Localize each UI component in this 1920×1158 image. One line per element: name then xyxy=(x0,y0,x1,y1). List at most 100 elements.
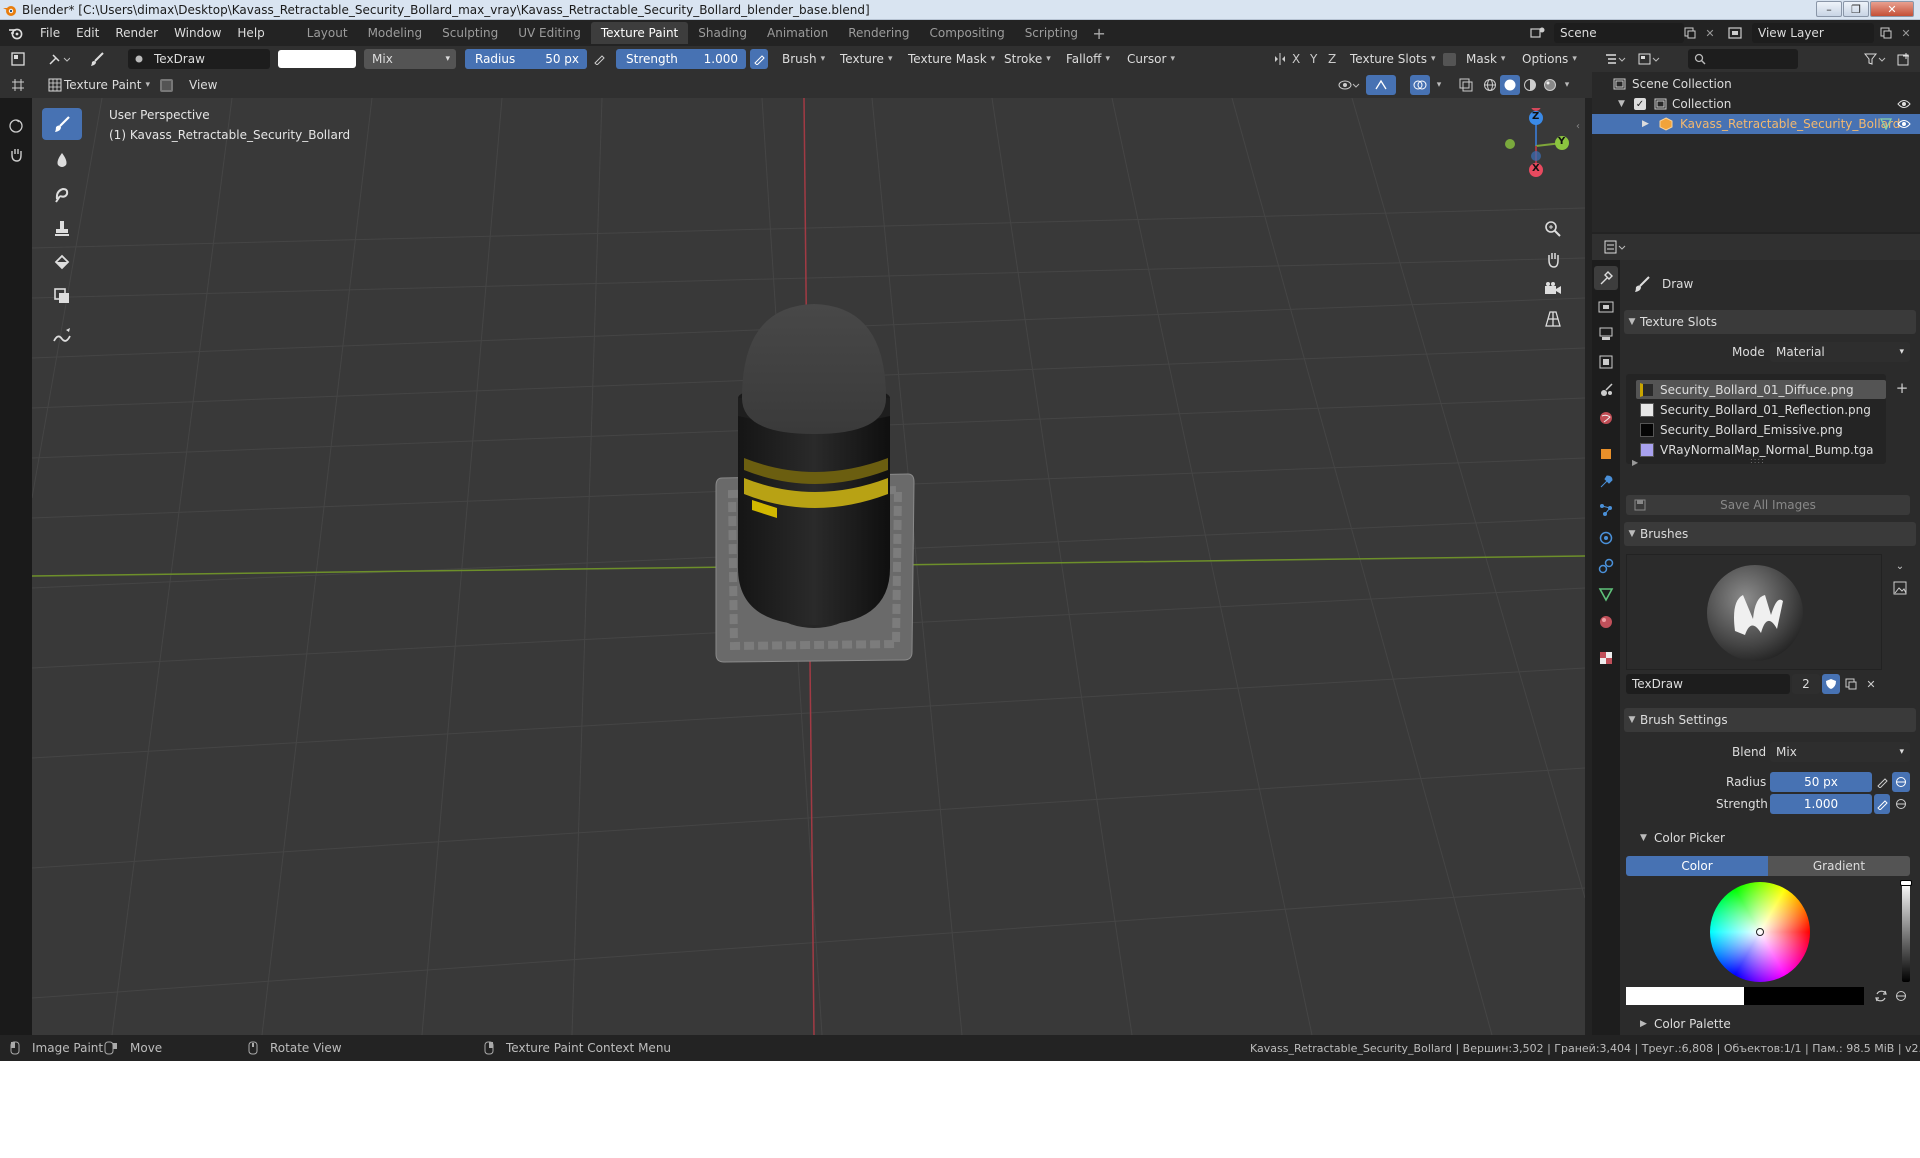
tab-object-data[interactable] xyxy=(1594,582,1618,606)
radius-pressure-icon[interactable] xyxy=(591,49,607,69)
strength-slider[interactable]: Strength 1.000 xyxy=(616,49,746,69)
blend-mode-dropdown[interactable]: Mix ▾ xyxy=(364,49,456,69)
texture-menu[interactable]: Texture ▾ xyxy=(840,49,892,69)
swap-colors-icon[interactable] xyxy=(1872,986,1890,1006)
tab-compositing[interactable]: Compositing xyxy=(919,22,1014,44)
texture-slots-panel-header[interactable]: ▼ Texture Slots xyxy=(1624,310,1916,334)
new-collection-icon[interactable] xyxy=(1894,49,1914,69)
tab-shading[interactable]: Shading xyxy=(688,22,757,44)
color-wheel[interactable] xyxy=(1710,882,1810,982)
filter-icon[interactable] xyxy=(1860,49,1890,69)
tab-modifiers[interactable] xyxy=(1594,470,1618,494)
tab-texture[interactable] xyxy=(1594,646,1618,670)
options-popover[interactable]: Options ▾ xyxy=(1522,49,1577,69)
blender-menu-icon[interactable] xyxy=(0,22,32,44)
strength-pressure-icon[interactable] xyxy=(750,49,768,69)
mirror-z-toggle[interactable]: Z xyxy=(1328,49,1336,69)
paint-mask-toggle[interactable] xyxy=(160,79,173,92)
tab-constraints[interactable] xyxy=(1594,554,1618,578)
texture-slots-popover[interactable]: Texture Slots ▾ xyxy=(1350,49,1436,69)
mask-checkbox[interactable] xyxy=(1443,53,1456,66)
hand-icon[interactable] xyxy=(2,142,30,166)
menu-render[interactable]: Render xyxy=(107,22,166,44)
radius-setting-slider[interactable]: 50 px xyxy=(1770,772,1872,792)
wireframe-shading-icon[interactable] xyxy=(1480,75,1500,95)
tool-clone[interactable] xyxy=(42,212,82,244)
display-mode-icon[interactable] xyxy=(1634,49,1664,69)
tab-object[interactable] xyxy=(1594,442,1618,466)
primary-color-swatch[interactable] xyxy=(1626,987,1744,1005)
color-palette-subpanel-header[interactable]: ▶ Color Palette xyxy=(1640,1014,1731,1034)
brush-name-field[interactable]: TexDraw xyxy=(128,49,270,69)
close-button[interactable]: ✕ xyxy=(1870,1,1914,17)
menu-edit[interactable]: Edit xyxy=(68,22,107,44)
tab-texture-paint[interactable]: Texture Paint xyxy=(590,22,689,44)
unified-color-icon[interactable] xyxy=(1892,986,1910,1006)
mode-dropdown[interactable]: Texture Paint ▾ xyxy=(46,75,150,95)
strength-setting-slider[interactable]: 1.000 xyxy=(1770,794,1872,814)
tool-soften[interactable] xyxy=(42,144,82,176)
tool-draw[interactable] xyxy=(42,108,82,140)
mask-popover[interactable]: Mask ▾ xyxy=(1466,49,1505,69)
menu-window[interactable]: Window xyxy=(166,22,229,44)
tab-active-tool[interactable] xyxy=(1594,266,1618,290)
editor-type-icon[interactable] xyxy=(8,49,28,69)
duplicate-brush-icon[interactable] xyxy=(1842,674,1860,694)
cursor-menu[interactable]: Cursor ▾ xyxy=(1127,49,1175,69)
scene-selector-icon[interactable] xyxy=(1526,23,1550,43)
texture-slot-2[interactable]: Security_Bollard_Emissive.png xyxy=(1636,420,1886,439)
brush-name-input[interactable]: TexDraw xyxy=(1626,674,1790,694)
navigation-gizmo[interactable]: Z Y X xyxy=(1492,101,1572,188)
color-picker-subpanel-header[interactable]: ▼ Color Picker xyxy=(1640,828,1725,848)
falloff-menu[interactable]: Falloff ▾ xyxy=(1066,49,1110,69)
overlays-dropdown-icon[interactable]: ▾ xyxy=(1432,75,1446,95)
3d-viewport[interactable]: User Perspective (1) Kavass_Retractable_… xyxy=(32,98,1585,1035)
brush-settings-panel-header[interactable]: ▼ Brush Settings xyxy=(1624,708,1916,732)
view-menu[interactable]: View xyxy=(189,75,217,95)
tab-output[interactable] xyxy=(1594,322,1618,346)
mirror-x-toggle[interactable]: X xyxy=(1292,49,1300,69)
brush-color-swatch[interactable] xyxy=(278,50,356,68)
xray-toggle-icon[interactable] xyxy=(1456,75,1476,95)
outliner-row-collection[interactable]: ▼ ✓ Collection xyxy=(1592,94,1920,114)
color-tab[interactable]: Color xyxy=(1626,856,1768,876)
list-expand-icon[interactable]: ▶ xyxy=(1632,458,1638,467)
brush-preview[interactable] xyxy=(1626,554,1882,670)
tool-annotate[interactable] xyxy=(42,320,82,352)
outliner-row-bollard-object[interactable]: ▶ Kavass_Retractable_Security_Bollard xyxy=(1592,114,1920,134)
minimize-button[interactable]: – xyxy=(1816,1,1842,17)
texture-slot-0[interactable]: Security_Bollard_01_Diffuce.png xyxy=(1636,380,1886,399)
tab-modeling[interactable]: Modeling xyxy=(358,22,433,44)
save-all-images-button[interactable]: Save All Images xyxy=(1626,495,1910,515)
add-texture-slot-icon[interactable]: + xyxy=(1892,378,1912,398)
visibility-selectability-icon[interactable] xyxy=(1334,75,1364,95)
strength-pressure-toggle-icon[interactable] xyxy=(1874,794,1890,814)
shading-dropdown-icon[interactable]: ▾ xyxy=(1560,75,1574,95)
texture-slot-mode-dropdown[interactable]: Material ▾ xyxy=(1770,342,1910,362)
strength-unified-toggle-icon[interactable] xyxy=(1892,794,1910,814)
tool-mask[interactable] xyxy=(42,280,82,312)
tool-select-icon[interactable] xyxy=(44,49,74,69)
brush-image-icon[interactable] xyxy=(1890,578,1910,598)
tab-world[interactable] xyxy=(1594,406,1618,430)
list-resize-handle[interactable]: :::: xyxy=(1750,456,1765,465)
texture-slot-1[interactable]: Security_Bollard_01_Reflection.png xyxy=(1636,400,1886,419)
outliner-search-input[interactable] xyxy=(1688,49,1798,69)
tab-material[interactable] xyxy=(1594,610,1618,634)
expand-arrow-icon[interactable]: ▶ xyxy=(1642,119,1656,129)
scene-name-field[interactable]: Scene xyxy=(1554,23,1684,43)
tab-render[interactable] xyxy=(1594,294,1618,318)
view-layer-icon[interactable] xyxy=(1722,23,1750,43)
delete-scene-icon[interactable]: ✕ xyxy=(1700,23,1720,43)
mirror-y-toggle[interactable]: Y xyxy=(1310,49,1317,69)
gizmos-toggle-icon[interactable] xyxy=(1366,75,1396,95)
outliner-editor-type-icon[interactable] xyxy=(1600,49,1630,69)
brush-blend-dropdown[interactable]: Mix ▾ xyxy=(1770,742,1910,762)
collection-checkbox[interactable]: ✓ xyxy=(1634,98,1646,110)
tab-sculpting[interactable]: Sculpting xyxy=(432,22,508,44)
value-slider[interactable] xyxy=(1900,880,1912,982)
menu-help[interactable]: Help xyxy=(229,22,272,44)
material-shading-icon[interactable] xyxy=(1520,75,1540,95)
color-wheel-cursor[interactable] xyxy=(1756,928,1764,936)
tool-rotate-icon[interactable] xyxy=(2,114,30,138)
